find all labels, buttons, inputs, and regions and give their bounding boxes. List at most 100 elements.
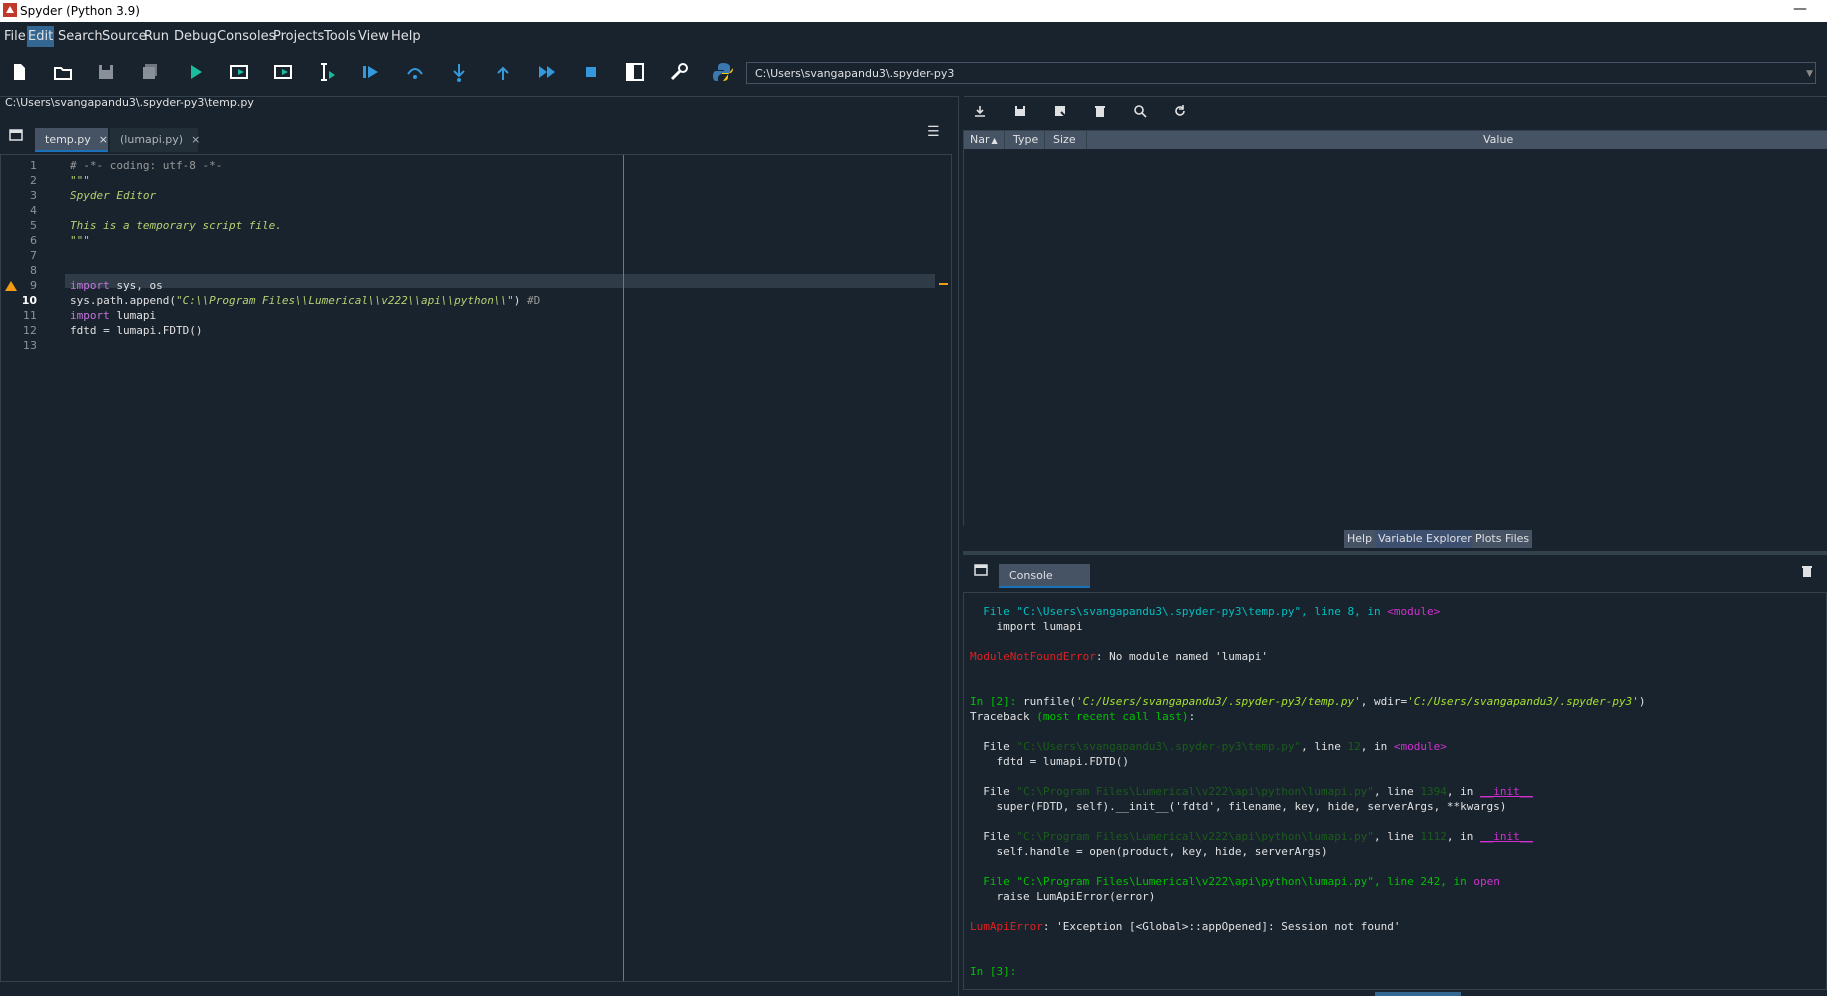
menu-help[interactable]: Help [390, 26, 422, 47]
horizontal-scrollbar[interactable] [1375, 992, 1461, 996]
line-number: 1 [30, 159, 37, 172]
variable-explorer-table[interactable]: Nar ▲ Type Size Value [963, 130, 1827, 526]
stop-icon [586, 67, 596, 77]
console-line: LumApiError: 'Exception [<Global>::appOp… [970, 920, 1401, 933]
maximize-pane-button[interactable] [621, 58, 649, 86]
dropdown-arrow-icon[interactable]: ▼ [1806, 63, 1813, 85]
current-line-highlight [65, 274, 935, 288]
console-line: File "C:\Users\svangapandu3\.spyder-py3\… [970, 740, 1447, 753]
tab-console-1a[interactable]: Console 1/A× [999, 564, 1090, 606]
save-data-button[interactable] [1011, 102, 1029, 120]
keyword: import [70, 309, 110, 322]
console-line: raise LumApiError(error) [970, 890, 1156, 903]
stop-button[interactable] [577, 58, 605, 86]
import-data-button[interactable] [971, 102, 989, 120]
python-path-button[interactable] [709, 58, 737, 86]
save-as-icon [1055, 106, 1066, 117]
close-icon[interactable]: × [99, 133, 108, 146]
remove-variables-button[interactable] [1091, 102, 1109, 120]
console-prompt[interactable]: In [3]: [970, 965, 1023, 978]
keyword: import [70, 279, 110, 292]
save-button[interactable] [92, 58, 120, 86]
menu-source[interactable]: Source [101, 26, 148, 47]
menu-edit[interactable]: Edit [27, 26, 55, 47]
console-line: self.handle = open(product, key, hide, s… [970, 845, 1328, 858]
code-line-11: import lumapi [70, 309, 156, 322]
python-icon [713, 63, 733, 81]
code-editor[interactable]: 1 2 3 4 5 6 7 8 9 10 11 12 13 # -*- codi… [0, 154, 952, 982]
run-cell-advance-button[interactable] [269, 58, 297, 86]
menu-tools[interactable]: Tools [323, 26, 357, 47]
code-line-9: import sys, os [70, 279, 163, 292]
debug-button[interactable] [357, 58, 385, 86]
code-line-5: This is a temporary script file. [70, 219, 282, 232]
browse-tabs-icon[interactable] [974, 564, 988, 576]
browse-tabs-icon[interactable] [9, 129, 23, 141]
console-line: fdtd = lumapi.FDTD() [970, 755, 1129, 768]
save-data-as-button[interactable] [1051, 102, 1069, 120]
menu-bar: File Edit Search Source Run Debug Consol… [0, 22, 1827, 50]
line-number: 13 [23, 339, 37, 352]
spyder-logo-icon [3, 3, 17, 17]
options-menu-icon[interactable]: ☰ [927, 124, 940, 140]
console-line: In [2]: runfile('C:/Users/svangapandu3/.… [970, 695, 1646, 708]
code-line-2: """ [70, 174, 90, 187]
column-header-type[interactable]: Type [1013, 133, 1038, 146]
tab-variable-explorer[interactable]: Variable Explorer [1375, 530, 1475, 548]
tab-plots[interactable]: Plots [1472, 530, 1505, 548]
menu-view[interactable]: View [357, 26, 390, 47]
code-text: lumapi [109, 309, 157, 322]
ipython-console[interactable]: File "C:\Users\svangapandu3\.spyder-py3\… [963, 592, 1827, 990]
maximize-pane-icon [626, 63, 644, 81]
console-line: File "C:\Program Files\Lumerical\v222\ap… [970, 830, 1533, 843]
tab-help[interactable]: Help [1344, 530, 1376, 548]
menu-debug[interactable]: Debug [173, 26, 218, 47]
run-cell-button[interactable] [225, 58, 253, 86]
console-line: ModuleNotFoundError: No module named 'lu… [970, 650, 1269, 663]
column-header-name[interactable]: Nar ▲ [970, 133, 998, 146]
new-file-button[interactable] [5, 58, 33, 86]
search-variables-button[interactable] [1131, 102, 1149, 120]
console-line: File "C:\Program Files\Lumerical\v222\ap… [970, 875, 1500, 888]
step-into-button[interactable] [445, 58, 473, 86]
refresh-icon [1175, 105, 1185, 116]
column-header-value[interactable]: Value [1483, 133, 1513, 146]
menu-file[interactable]: File [3, 26, 27, 47]
line-number: 6 [30, 234, 37, 247]
tab-label: (lumapi.py) [120, 133, 184, 146]
tab-files[interactable]: Files [1502, 530, 1533, 548]
menu-projects[interactable]: Projects [272, 26, 325, 47]
run-selection-button[interactable] [313, 58, 341, 86]
save-all-button[interactable] [136, 58, 164, 86]
horizontal-splitter[interactable] [963, 551, 1827, 555]
new-file-icon [14, 64, 25, 80]
step-return-button[interactable] [489, 58, 517, 86]
edge-line [623, 155, 624, 981]
line-number-current: 10 [21, 294, 37, 307]
trash-icon[interactable] [1801, 564, 1813, 578]
menu-run[interactable]: Run [143, 26, 170, 47]
play-icon [191, 65, 202, 79]
editor-tab-bar: temp.py × (lumapi.py) × ☰ [0, 118, 955, 152]
tab-temp-py[interactable]: temp.py × [35, 128, 108, 152]
search-icon [1134, 105, 1147, 118]
run-button[interactable] [181, 58, 209, 86]
save-all-icon [143, 64, 157, 79]
working-directory-input[interactable]: C:\Users\svangapandu3\.spyder-py3 ▼ [746, 62, 1816, 84]
warning-icon[interactable] [5, 281, 17, 291]
tab-lumapi-py[interactable]: (lumapi.py) × [110, 128, 200, 152]
minimize-button[interactable]: — [1793, 1, 1807, 17]
preferences-button[interactable] [665, 58, 693, 86]
menu-consoles[interactable]: Consoles [216, 26, 276, 47]
code-line-6: """ [70, 234, 90, 247]
window-title: Spyder (Python 3.9) [20, 4, 140, 18]
continue-button[interactable] [533, 58, 561, 86]
column-header-size[interactable]: Size [1053, 133, 1076, 146]
refresh-variables-button[interactable] [1171, 102, 1189, 120]
open-file-button[interactable] [49, 58, 77, 86]
run-cell-advance-icon [274, 65, 292, 79]
menu-search[interactable]: Search [57, 26, 104, 47]
step-over-button[interactable] [401, 58, 429, 86]
step-over-icon [407, 68, 423, 79]
close-icon[interactable]: × [191, 133, 200, 146]
